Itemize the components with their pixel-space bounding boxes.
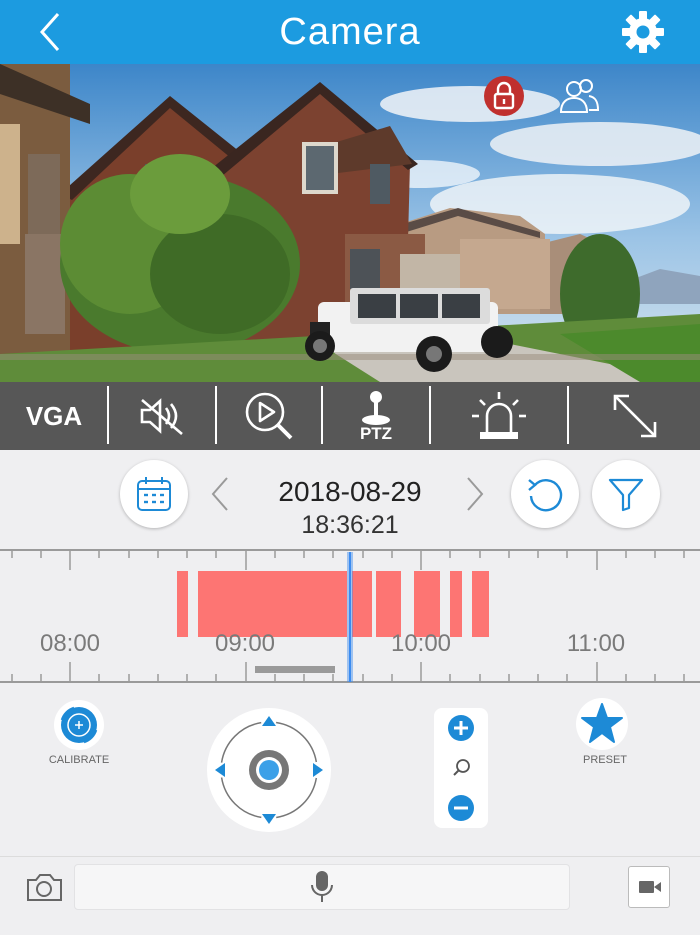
- mute-button[interactable]: [109, 382, 215, 450]
- alarm-button[interactable]: [431, 382, 567, 450]
- zoom-out-button[interactable]: [448, 795, 474, 821]
- back-button[interactable]: [30, 10, 70, 54]
- filter-button[interactable]: [592, 460, 660, 528]
- preset-label: PRESET: [582, 754, 627, 766]
- ptz-label: PTZ: [359, 424, 393, 443]
- users-icon: [559, 79, 600, 113]
- preset-button[interactable]: [576, 698, 628, 750]
- recording-segment[interactable]: [198, 571, 347, 637]
- timeline-tick-label: 11:00: [566, 630, 626, 657]
- resolution-button[interactable]: VGA: [0, 382, 108, 450]
- playback-search-icon: [245, 392, 293, 440]
- ptz-button[interactable]: PTZ: [323, 382, 429, 450]
- star-icon: [581, 703, 623, 743]
- playback-date: 2018-08-29: [278, 476, 422, 507]
- settings-button[interactable]: [620, 9, 666, 55]
- fullscreen-icon: [613, 394, 656, 438]
- ptz-direction-pad[interactable]: [207, 708, 331, 832]
- record-video-icon: [639, 881, 661, 893]
- mute-icon: [140, 398, 183, 435]
- recording-segment[interactable]: [376, 571, 401, 637]
- resolution-label: VGA: [25, 400, 83, 431]
- lock-button[interactable]: [484, 76, 524, 116]
- lock-icon: [493, 81, 515, 110]
- recording-segment[interactable]: [352, 571, 372, 637]
- next-day-icon: [467, 477, 484, 511]
- next-day-button[interactable]: [460, 474, 490, 514]
- calibrate-button[interactable]: [54, 700, 104, 750]
- refresh-icon: [528, 479, 563, 512]
- fullscreen-button[interactable]: [569, 382, 700, 450]
- microphone-icon: [311, 871, 333, 902]
- calendar-icon: [137, 477, 171, 511]
- pan-down-icon[interactable]: [262, 814, 276, 824]
- chevron-left-icon: [39, 13, 60, 51]
- camera-toolbar: VGA PTZ: [0, 382, 700, 450]
- record-video-button[interactable]: [628, 866, 670, 908]
- snapshot-button[interactable]: [24, 868, 64, 906]
- recording-segment[interactable]: [177, 571, 188, 637]
- recording-segment[interactable]: [472, 571, 489, 637]
- calibrate-label: CALIBRATE: [48, 754, 110, 766]
- talk-button[interactable]: [74, 864, 570, 910]
- camera-snapshot-icon: [27, 874, 62, 901]
- calibrate-icon: [60, 706, 98, 744]
- alarm-siren-icon: [472, 392, 526, 439]
- viewers-button[interactable]: [558, 76, 600, 116]
- playback-timeline[interactable]: [0, 548, 700, 684]
- pan-left-icon[interactable]: [215, 763, 225, 777]
- refresh-button[interactable]: [511, 460, 579, 528]
- timeline-scroll-indicator: [255, 666, 335, 673]
- filter-icon: [608, 478, 644, 512]
- timeline-tick-label: 09:00: [214, 630, 276, 657]
- zoom-magnifier-icon: [453, 759, 470, 776]
- recording-segment[interactable]: [414, 571, 440, 637]
- ptz-joystick-icon: [362, 391, 390, 425]
- playback-search-button[interactable]: [217, 382, 321, 450]
- page-title: Camera: [279, 11, 421, 53]
- zoom-in-button[interactable]: [448, 715, 474, 741]
- recording-segment[interactable]: [450, 571, 462, 637]
- zoom-panel: [434, 708, 488, 828]
- timeline-tick-label: 08:00: [39, 630, 101, 657]
- pan-up-icon[interactable]: [262, 716, 276, 726]
- pan-right-icon[interactable]: [313, 763, 323, 777]
- playback-time: 18:36:21: [301, 511, 399, 539]
- gear-icon: [622, 11, 664, 53]
- calendar-button[interactable]: [120, 460, 188, 528]
- timeline-tick-label: 10:00: [390, 630, 452, 657]
